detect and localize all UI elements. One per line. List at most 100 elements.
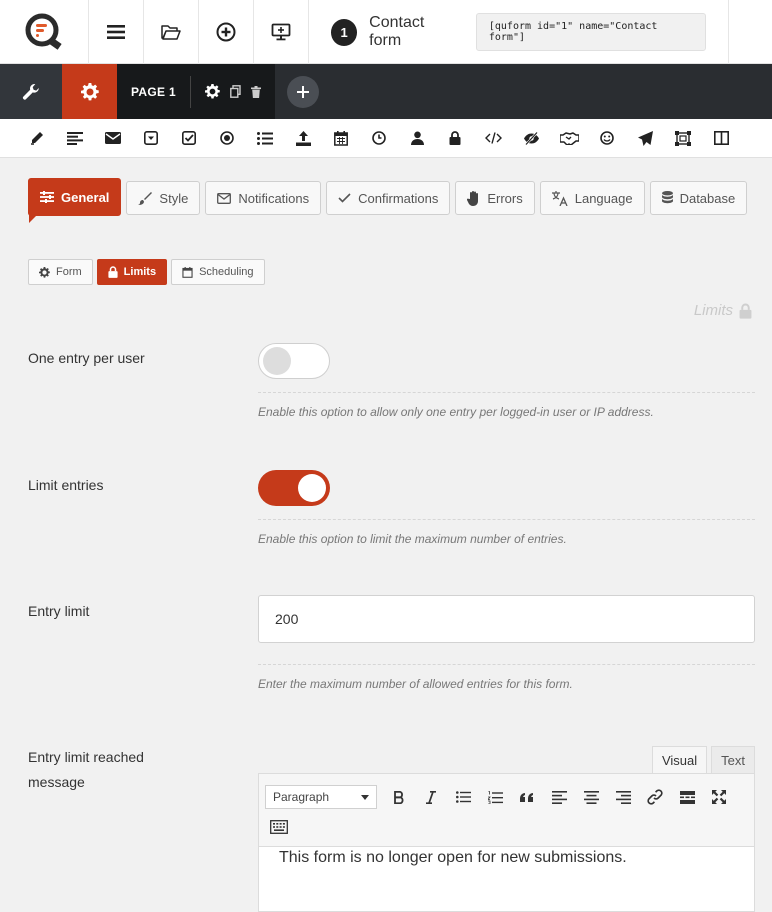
bold-button[interactable] xyxy=(383,782,415,812)
form-shortcode[interactable]: [quform id="1" name="Contact form"] xyxy=(475,13,706,51)
open-form-button[interactable] xyxy=(144,0,199,64)
read-more-icon xyxy=(679,790,695,804)
date-field-button[interactable] xyxy=(322,119,360,158)
field-toolbar xyxy=(0,119,772,158)
editor-tab-text[interactable]: Text xyxy=(711,746,755,774)
page-settings-icon[interactable] xyxy=(204,84,220,99)
tab-database[interactable]: Database xyxy=(649,181,748,215)
limit-message-editor: Paragraph This form is no longer open fo… xyxy=(258,773,755,912)
radio-icon xyxy=(220,131,234,145)
lock-icon xyxy=(449,131,461,145)
recaptcha-field-button[interactable] xyxy=(588,119,626,158)
checkbox-field-button[interactable] xyxy=(170,119,208,158)
align-right-button[interactable] xyxy=(607,782,639,812)
toggle-knob xyxy=(298,474,326,502)
add-form-button[interactable] xyxy=(199,0,254,64)
form-tools-button[interactable] xyxy=(0,64,62,119)
blockquote-button[interactable] xyxy=(511,782,543,812)
textarea-button[interactable] xyxy=(56,119,94,158)
tab-general[interactable]: General xyxy=(28,178,122,223)
user-icon xyxy=(410,131,424,145)
file-upload-button[interactable] xyxy=(284,119,322,158)
name-field-button[interactable] xyxy=(398,119,436,158)
fullscreen-button[interactable] xyxy=(703,782,735,812)
entry-limit-label: Entry limit xyxy=(28,603,90,619)
database-icon xyxy=(661,191,673,204)
tab-errors[interactable]: Errors xyxy=(455,181,535,215)
quform-logo[interactable] xyxy=(0,0,89,64)
limit-message-label-line1: Entry limit reached xyxy=(28,749,144,765)
align-left-button[interactable] xyxy=(543,782,575,812)
link-icon xyxy=(647,789,663,805)
read-more-button[interactable] xyxy=(671,782,703,812)
tab-confirmations[interactable]: Confirmations xyxy=(326,181,451,215)
tab-language[interactable]: Language xyxy=(539,181,645,215)
upload-icon xyxy=(295,130,311,146)
subtab-form-label: Form xyxy=(56,266,82,278)
hidden-field-button[interactable] xyxy=(512,119,550,158)
time-field-button[interactable] xyxy=(360,119,398,158)
page-divider xyxy=(189,75,191,108)
radio-field-button[interactable] xyxy=(208,119,246,158)
editor-tab-visual[interactable]: Visual xyxy=(651,746,708,774)
caret-down-icon xyxy=(361,794,369,800)
column-field-button[interactable] xyxy=(702,119,740,158)
list-icon xyxy=(257,131,273,145)
captcha-field-button[interactable] xyxy=(550,119,588,158)
handshake-icon xyxy=(559,131,579,145)
form-settings-button[interactable] xyxy=(62,64,117,119)
tab-notifications-label: Notifications xyxy=(238,190,310,206)
limit-entries-toggle[interactable] xyxy=(258,470,330,506)
bullet-list-icon xyxy=(455,791,471,803)
select-field-button[interactable] xyxy=(132,119,170,158)
text-field-button[interactable] xyxy=(18,119,56,158)
html-field-button[interactable] xyxy=(474,119,512,158)
align-left-icon xyxy=(551,790,567,804)
editor-content[interactable]: This form is no longer open for new subm… xyxy=(259,847,754,869)
columns-icon xyxy=(713,131,729,145)
limit-entries-label: Limit entries xyxy=(28,477,104,493)
trash-icon[interactable] xyxy=(250,85,261,98)
subtab-form[interactable]: Form xyxy=(28,259,93,285)
menu-button[interactable] xyxy=(89,0,144,64)
dropdown-icon xyxy=(144,131,158,145)
insert-link-button[interactable] xyxy=(639,782,671,812)
lock-icon xyxy=(739,303,752,319)
password-field-button[interactable] xyxy=(436,119,474,158)
subtab-limits-label: Limits xyxy=(123,266,157,278)
numbered-list-button[interactable] xyxy=(479,782,511,812)
eye-slash-icon xyxy=(523,131,539,145)
multiselect-field-button[interactable] xyxy=(246,119,284,158)
tab-style[interactable]: Style xyxy=(126,181,201,215)
entry-limit-input[interactable] xyxy=(258,595,755,643)
quote-icon xyxy=(519,792,533,802)
align-right-icon xyxy=(615,790,631,804)
tab-notifications[interactable]: Notifications xyxy=(205,181,322,215)
duplicate-icon[interactable] xyxy=(230,85,241,98)
one-entry-toggle[interactable] xyxy=(258,343,330,379)
form-title-area: 1 Contact form [quform id="1" name="Cont… xyxy=(309,0,729,64)
submit-field-button[interactable] xyxy=(626,119,664,158)
tab-database-label: Database xyxy=(679,190,736,206)
add-page-button[interactable] xyxy=(286,64,319,119)
subtab-limits[interactable]: Limits xyxy=(96,259,168,285)
tab-errors-label: Errors xyxy=(487,190,523,206)
email-field-button[interactable] xyxy=(94,119,132,158)
subtab-scheduling-label: Scheduling xyxy=(199,266,254,278)
editor-mode-tabs: Visual Text xyxy=(651,746,755,774)
toolbar-toggle-button[interactable] xyxy=(265,812,293,842)
bullet-list-button[interactable] xyxy=(447,782,479,812)
format-select[interactable]: Paragraph xyxy=(265,785,377,809)
settings-tabs: General Style Notifications Confirmation… xyxy=(28,178,748,223)
keyboard-icon xyxy=(270,820,288,834)
align-center-button[interactable] xyxy=(575,782,607,812)
group-field-button[interactable] xyxy=(664,119,702,158)
entry-limit-description: Enter the maximum number of allowed entr… xyxy=(258,664,755,691)
page-tab-1[interactable]: PAGE 1 xyxy=(117,64,275,119)
italic-button[interactable] xyxy=(415,782,447,812)
subtab-scheduling[interactable]: Scheduling xyxy=(171,259,265,285)
monitor-icon xyxy=(271,23,291,41)
format-select-value: Paragraph xyxy=(273,790,330,804)
preview-button[interactable] xyxy=(254,0,309,64)
numbered-list-icon xyxy=(487,790,503,804)
